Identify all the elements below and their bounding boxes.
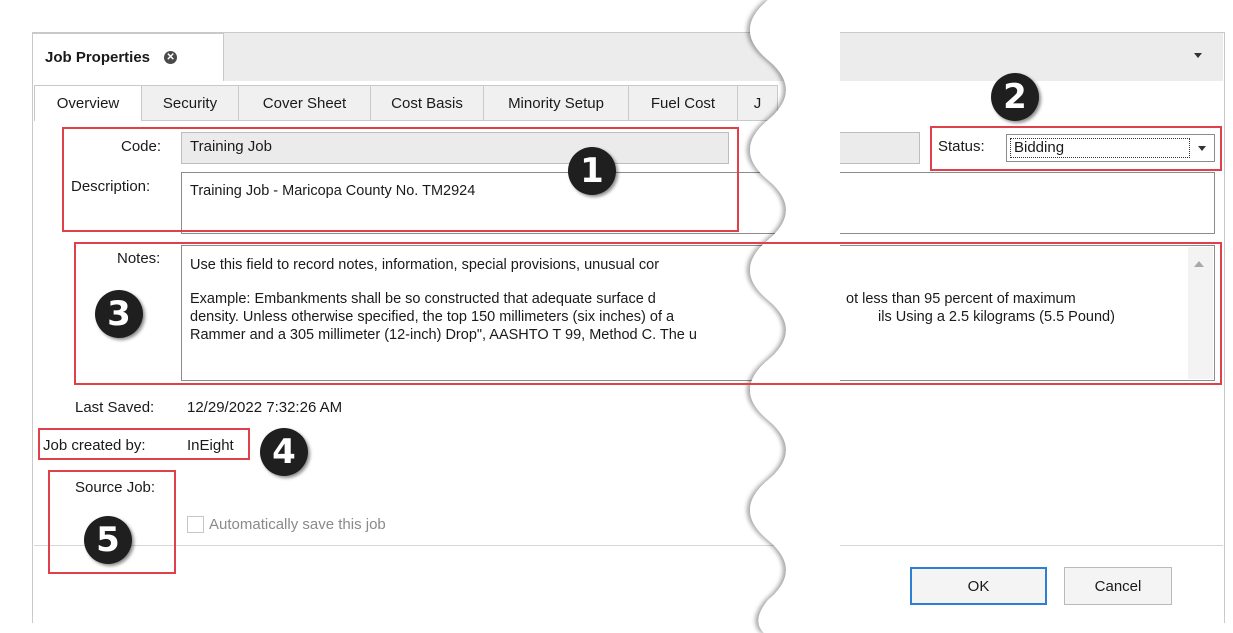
highlight-box-4 <box>38 428 250 460</box>
highlight-box-3 <box>74 242 1222 385</box>
close-icon[interactable]: ✕ <box>164 51 178 64</box>
cancel-button[interactable]: Cancel <box>1064 567 1172 605</box>
callout-badge-3: 3 <box>95 290 143 338</box>
callout-badge-2: 2 <box>991 73 1039 121</box>
autosave-label: Automatically save this job <box>209 516 386 533</box>
tab-list-dropdown-icon[interactable] <box>1194 53 1202 58</box>
property-tabs: Overview Security Cover Sheet Cost Basis… <box>34 85 778 121</box>
last-saved-label: Last Saved: <box>75 399 155 416</box>
callout-badge-4: 4 <box>260 428 308 476</box>
last-saved-value: 12/29/2022 7:32:26 AM <box>187 399 343 416</box>
callout-badge-5: 5 <box>84 516 132 564</box>
tab-cover-sheet[interactable]: Cover Sheet <box>239 85 371 121</box>
tab-cost-basis[interactable]: Cost Basis <box>371 85 484 121</box>
tab-overview[interactable]: Overview <box>34 85 142 121</box>
footer-divider <box>34 545 1223 546</box>
document-tab-job-properties[interactable]: Job Properties ✕ <box>32 33 224 81</box>
tab-minority-setup[interactable]: Minority Setup <box>484 85 629 121</box>
highlight-box-2 <box>930 126 1222 171</box>
highlight-box-1 <box>62 127 739 232</box>
window-title: Job Properties <box>45 49 151 66</box>
autosave-checkbox[interactable] <box>187 516 204 533</box>
ok-button[interactable]: OK <box>910 567 1047 605</box>
tab-security[interactable]: Security <box>142 85 239 121</box>
callout-badge-1: 1 <box>568 147 616 195</box>
